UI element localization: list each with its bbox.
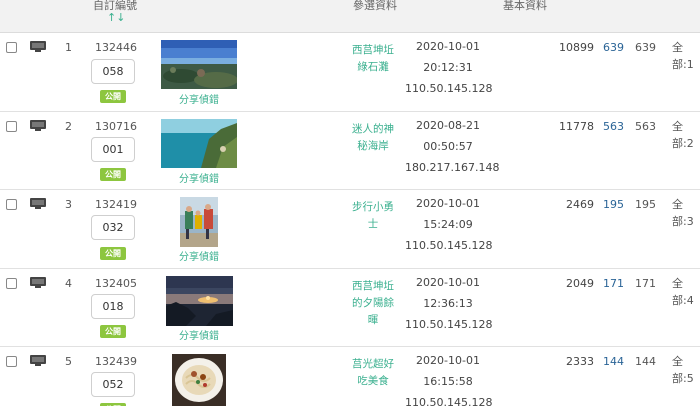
entry-date: 2020-10-01 [416, 197, 480, 210]
rank-label: 全部:4 [672, 277, 694, 307]
desktop-icon [30, 355, 46, 366]
entry-id: 132439 [95, 355, 137, 368]
entry-id: 130716 [95, 120, 137, 133]
row-index: 1 [65, 41, 72, 54]
like-count-link[interactable]: 144 [598, 355, 624, 368]
like-count: 144 [635, 355, 656, 368]
entry-title-link[interactable]: 迷人的神秘海岸 [350, 121, 396, 155]
code-field[interactable]: 018 [91, 294, 135, 319]
desktop-icon [30, 277, 46, 288]
desktop-icon [30, 198, 46, 209]
view-count: 2333 [566, 355, 594, 368]
basic-info-header: 基本資料 [503, 0, 547, 12]
entry-date: 2020-08-21 [416, 119, 480, 132]
entry-title-link[interactable]: 莒光超好吃美食 [350, 356, 396, 390]
row-index: 4 [65, 277, 72, 290]
photo-thumbnail[interactable] [172, 354, 226, 406]
view-count: 2469 [566, 198, 594, 211]
entry-title-link[interactable]: 西莒坤坵的夕陽餘暉 [350, 278, 396, 329]
public-badge: 公開 [100, 168, 126, 181]
row-checkbox[interactable] [6, 42, 17, 53]
code-field[interactable]: 052 [91, 372, 135, 397]
entry-meta: 2020-10-01 16:15:58 110.50.145.128 [405, 350, 493, 406]
rank-label: 全部:3 [672, 198, 694, 228]
row-checkbox[interactable] [6, 199, 17, 210]
entry-ip: 110.50.145.128 [405, 82, 493, 95]
share-debug-link[interactable]: 分享偵錯 [179, 170, 219, 185]
entry-ip: 110.50.145.128 [405, 239, 493, 252]
like-count: 195 [635, 198, 656, 211]
entry-time: 12:36:13 [423, 297, 473, 310]
photo-thumbnail[interactable] [180, 197, 218, 247]
table-row: 3 132419 032 公開 分享偵錯 步行小勇士 2020-10-01 15… [0, 190, 700, 269]
selected-info-header: 參選資料 [353, 0, 397, 12]
photo-thumbnail[interactable] [161, 40, 237, 89]
view-count: 11778 [559, 120, 594, 133]
entry-id: 132419 [95, 198, 137, 211]
public-badge: 公開 [100, 325, 126, 338]
entry-time: 20:12:31 [423, 61, 473, 74]
view-count: 10899 [559, 41, 594, 54]
rank-label: 全部:5 [672, 355, 694, 385]
like-count-link[interactable]: 171 [598, 277, 624, 290]
table-row: 4 132405 018 公開 分享偵錯 西莒坤坵的夕陽餘暉 2020-10-0… [0, 269, 700, 347]
like-count-link[interactable]: 195 [598, 198, 624, 211]
entry-meta: 2020-10-01 12:36:13 110.50.145.128 [405, 272, 493, 335]
entry-title-link[interactable]: 西莒坤坵綠石灘 [350, 42, 396, 76]
sort-icon[interactable]: ↑↓ [107, 11, 125, 24]
desktop-icon [30, 41, 46, 52]
public-badge: 公開 [100, 90, 126, 103]
row-index: 3 [65, 198, 72, 211]
entry-meta: 2020-10-01 20:12:31 110.50.145.128 [405, 36, 493, 99]
public-badge: 公開 [100, 247, 126, 260]
row-checkbox[interactable] [6, 121, 17, 132]
entry-date: 2020-10-01 [416, 276, 480, 289]
code-field[interactable]: 032 [91, 215, 135, 240]
photo-thumbnail[interactable] [161, 119, 237, 168]
like-count: 639 [635, 41, 656, 54]
row-checkbox[interactable] [6, 356, 17, 367]
entry-ip: 180.217.167.148 [405, 161, 500, 174]
rank-label: 全部:2 [672, 120, 694, 150]
entry-ip: 110.50.145.128 [405, 318, 493, 331]
like-count: 563 [635, 120, 656, 133]
row-checkbox[interactable] [6, 278, 17, 289]
photo-thumbnail[interactable] [166, 276, 233, 326]
code-field[interactable]: 001 [91, 137, 135, 162]
row-index: 2 [65, 120, 72, 133]
like-count-link[interactable]: 563 [598, 120, 624, 133]
entry-time: 16:15:58 [423, 375, 473, 388]
table-row: 1 132446 058 公開 分享偵錯 西莒坤坵綠石灘 2020-10-01 … [0, 33, 700, 112]
entry-id: 132405 [95, 277, 137, 290]
desktop-icon [30, 120, 46, 131]
entry-meta: 2020-08-21 00:50:57 180.217.167.148 [405, 115, 500, 178]
row-index: 5 [65, 355, 72, 368]
entry-id: 132446 [95, 41, 137, 54]
entry-date: 2020-10-01 [416, 40, 480, 53]
entry-time: 15:24:09 [423, 218, 473, 231]
table-row: 5 132439 052 公開 莒光超好吃美食 2020-10-01 16:15… [0, 347, 700, 406]
entry-ip: 110.50.145.128 [405, 396, 493, 406]
share-debug-link[interactable]: 分享偵錯 [179, 91, 219, 106]
code-field[interactable]: 058 [91, 59, 135, 84]
like-count: 171 [635, 277, 656, 290]
entry-time: 00:50:57 [423, 140, 473, 153]
table-header: 自訂編號 ↑↓ 參選資料 基本資料 [0, 0, 700, 33]
view-count: 2049 [566, 277, 594, 290]
like-count-link[interactable]: 639 [598, 41, 624, 54]
entry-title-link[interactable]: 步行小勇士 [350, 199, 396, 233]
rank-label: 全部:1 [672, 41, 694, 71]
entry-date: 2020-10-01 [416, 354, 480, 367]
share-debug-link[interactable]: 分享偵錯 [179, 248, 219, 263]
table-row: 2 130716 001 公開 分享偵錯 迷人的神秘海岸 2020-08-21 … [0, 112, 700, 190]
entry-meta: 2020-10-01 15:24:09 110.50.145.128 [405, 193, 493, 256]
share-debug-link[interactable]: 分享偵錯 [179, 327, 219, 342]
